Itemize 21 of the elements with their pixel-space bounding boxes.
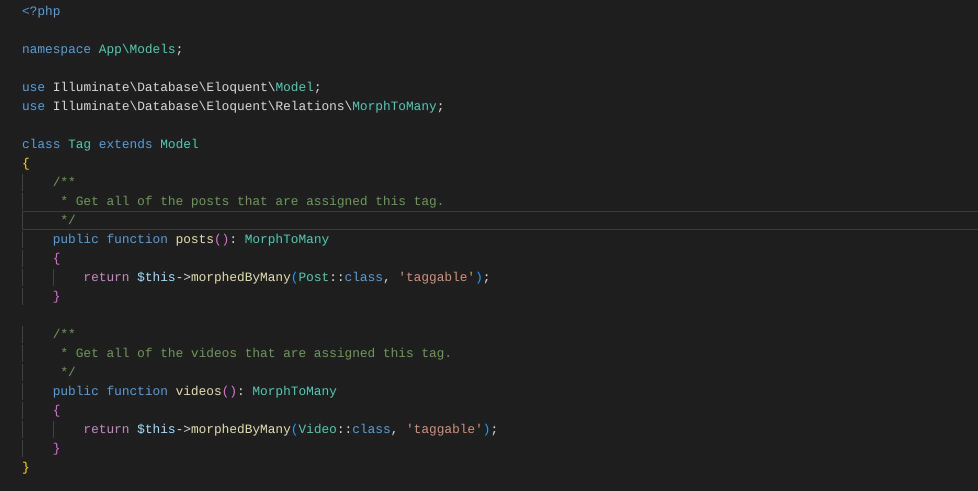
code-line: return $this->morphedByMany(Video::class, 'taggable'); [22,420,978,439]
code-line: { [22,401,978,420]
code-line: public function videos(): MorphToMany [22,382,978,401]
code-line: return $this->morphedByMany(Post::class, 'taggable'); [22,268,978,287]
code-line: /** [22,325,978,344]
code-line: */ [22,363,978,382]
code-line: namespace App\Models; [22,41,184,59]
code-line: { [22,249,978,268]
code-line: class Tag extends Model [22,136,200,154]
code-line: use Illuminate\Database\Eloquent\Relations\MorphToMany; [22,98,446,116]
code-line: } [22,439,978,458]
code-line: } [22,287,978,306]
code-line: <?php [22,3,62,21]
code-line: { [22,155,31,173]
code-line: */ [22,211,978,230]
code-line: public function posts(): MorphToMany [22,230,978,249]
code-line: * Get all of the videos that are assigned this tag. [22,344,978,363]
code-line: use Illuminate\Database\Eloquent\Model; [22,79,323,97]
code-line: * Get all of the posts that are assigned this tag. [22,192,978,211]
code-line: } [22,459,31,477]
code-line: /** [22,173,978,192]
